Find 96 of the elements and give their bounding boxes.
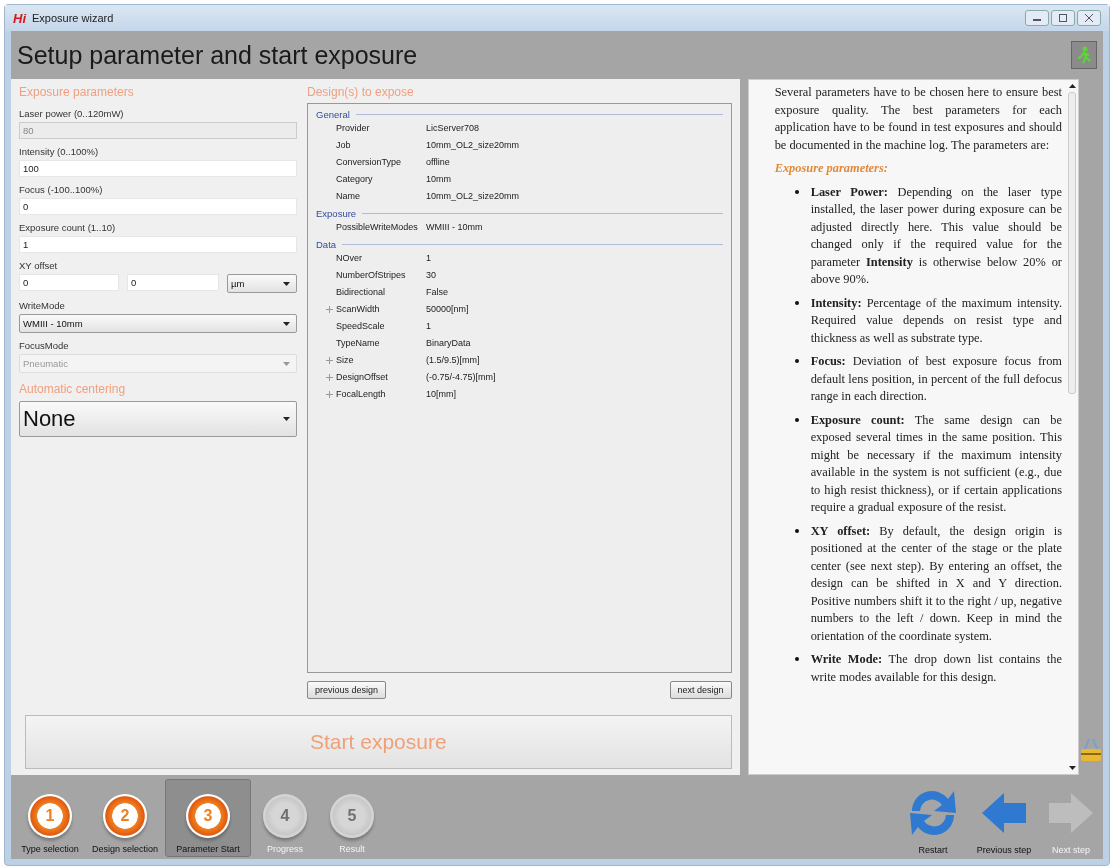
input-field[interactable]: 1	[19, 236, 297, 253]
property-name: ScanWidth	[336, 303, 380, 316]
design-nav-button[interactable]: previous design	[307, 681, 387, 699]
property-name: SpeedScale	[336, 320, 385, 333]
property-name: Job	[336, 139, 351, 152]
category-title: Exposure	[316, 208, 357, 219]
property-name: Category	[336, 173, 373, 186]
field-label: FocusMode	[19, 340, 70, 351]
property-value: LicServer708	[426, 122, 481, 135]
field-label: Focus (-100..100%)	[19, 184, 104, 195]
section-heading: Design(s) to expose	[307, 85, 415, 99]
caret-icon	[283, 417, 290, 421]
caret-icon	[1068, 766, 1076, 770]
field-label: Laser power (0..120mW)	[19, 108, 125, 119]
dropdown-value: WMIII - 10mm	[23, 318, 83, 329]
property-value: 1	[426, 320, 432, 333]
page-title: Setup parameter and start exposure	[17, 40, 419, 70]
property-value: 50000[nm]	[426, 303, 470, 316]
window-title: Exposure wizard	[32, 12, 114, 24]
property-name: NumberOfStripes	[336, 269, 406, 282]
wizard-step[interactable]: 1 Type selection	[15, 779, 85, 857]
field-label: Intensity (0..100%)	[19, 146, 100, 157]
running-figure-icon[interactable]	[1071, 41, 1097, 69]
help-paragraph: XY offset: By default, the design origin is positioned at the center of the stage or the plate center (see next step). By entering an offset, the design can be shifted in X and Y direction. Positive numbers shift it to the right / up, negative numbers to the left / down. Keep in mind the orientation of the coordinate system.	[810, 522, 1062, 645]
help-paragraph: Write Mode: The drop down list contains the write modes available for this design.	[810, 651, 1062, 686]
expand-icon[interactable]	[326, 391, 333, 398]
caret-icon	[283, 281, 290, 286]
dropdown-value: µm	[231, 278, 245, 289]
input-field[interactable]: 0	[127, 274, 219, 291]
property-value: 30	[426, 269, 437, 282]
property-value: WMIII - 10mm	[426, 221, 484, 234]
property-value: False	[426, 286, 449, 299]
help-paragraph: Intensity: Percentage of the maximum intensity. Required value depends on resist type and thickness as well as substrate type.	[810, 294, 1062, 347]
expand-icon[interactable]	[326, 306, 333, 313]
expand-icon[interactable]	[326, 357, 333, 364]
caret-icon	[1068, 84, 1076, 88]
expand-icon[interactable]	[326, 374, 333, 381]
dropdown-value: Pneumatic	[23, 358, 68, 369]
wizard-step[interactable]: 2 Design selection	[85, 779, 165, 857]
property-value: 10mm_OL2_size20mm	[426, 190, 521, 203]
design-nav-button[interactable]: next design	[669, 681, 732, 699]
app-logo: Hi	[13, 10, 26, 26]
bullet-icon	[794, 359, 799, 363]
property-value: 10mm	[426, 173, 452, 186]
help-paragraph: Several parameters have to be chosen here to ensure best exposure quality. The best parameters for each application have to be found in test exposures and should be documented in the machine log. The parameters are:	[774, 84, 1062, 154]
bullet-icon	[794, 528, 799, 533]
field-label: XY offset	[19, 260, 59, 271]
input-field[interactable]: 0	[19, 198, 297, 215]
help-paragraph: Laser Power: Depending on the laser type installed, the laser power during exposure can be adjusted directly here. This value should be changed only if the required value for the parameter Intensity is otherwise below 20% or above 90%.	[810, 183, 1062, 288]
property-name: Provider	[336, 122, 370, 135]
property-name: DesignOffset	[336, 371, 388, 384]
close-icon	[1085, 14, 1093, 22]
property-value: (1.5/9.5)[mm]	[426, 354, 481, 367]
bullet-icon	[794, 300, 799, 305]
property-name: NOver	[336, 252, 362, 265]
property-value: 1	[426, 252, 432, 265]
caret-icon	[283, 361, 290, 366]
property-value: 10mm_OL2_size20mm	[426, 139, 521, 152]
property-name: ConversionType	[336, 156, 402, 169]
toolbox-icon[interactable]	[1079, 737, 1103, 763]
centering-dropdown[interactable]: None	[19, 401, 297, 437]
section-heading: Exposure parameters	[19, 85, 135, 99]
property-value: offline	[426, 156, 451, 169]
field-label: Exposure count (1..10)	[19, 222, 117, 233]
close-button[interactable]	[1077, 10, 1101, 26]
dropdown[interactable]: WMIII - 10mm	[19, 314, 297, 333]
dropdown-value: None	[23, 406, 76, 432]
property-value: (-0.75/-4.75)[mm]	[426, 371, 497, 384]
nav-button[interactable]: Previous step	[969, 787, 1039, 857]
help-heading: Exposure parameters:	[774, 160, 889, 177]
property-name: FocalLength	[336, 388, 386, 401]
wizard-step[interactable]: 3 Parameter Start	[165, 779, 251, 857]
help-paragraph: Exposure count: The same design can be exposed several times in the same position. This might be necessary if the maximum intensity available in the system is not sufficient (e.g., due to high resist thickness), or if certain applications require a gradual exposure of the resist.	[810, 411, 1062, 516]
minimize-button[interactable]	[1025, 10, 1049, 26]
help-paragraph: Focus: Deviation of best exposure focus from default lens position, in percent of the full defocus range in each direction.	[810, 353, 1062, 405]
bullet-icon	[794, 417, 799, 422]
section-heading: Automatic centering	[19, 382, 127, 396]
property-name: Bidirectional	[336, 286, 386, 299]
unit-dropdown[interactable]: µm	[227, 274, 297, 293]
nav-button[interactable]: Restart	[901, 787, 965, 857]
field-label: WriteMode	[19, 300, 66, 311]
property-name: PossibleWriteModes	[336, 221, 418, 234]
bullet-icon	[794, 189, 799, 194]
property-name: TypeName	[336, 337, 380, 350]
input-field[interactable]: 100	[19, 160, 297, 177]
category-title: Data	[316, 239, 337, 250]
category-title: General	[316, 109, 350, 120]
property-name: Name	[336, 190, 360, 203]
input-field[interactable]: 0	[19, 274, 119, 291]
property-name: Size	[336, 354, 354, 367]
bullet-icon	[794, 657, 799, 661]
property-value: BinaryData	[426, 337, 472, 350]
property-value: 10[mm]	[426, 388, 457, 401]
maximize-icon	[1059, 14, 1067, 22]
maximize-button[interactable]	[1051, 10, 1075, 26]
caret-icon	[283, 321, 290, 326]
